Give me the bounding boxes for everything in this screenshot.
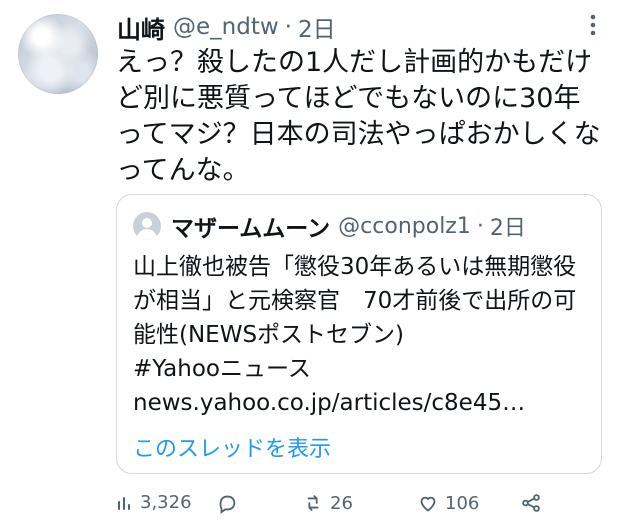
show-thread-link[interactable]: このスレッドを表示 [133,431,331,463]
display-name[interactable]: 山崎 [117,10,165,45]
quoted-tweet-card[interactable]: マザームムーン @cconpolz1 · 2日 山上徹也被告「懲役30年あるいは… [116,194,602,474]
quoted-user-handle[interactable]: @cconpolz1 [338,214,471,239]
share-button[interactable] [520,492,542,514]
quoted-avatar[interactable] [133,212,161,240]
header-separator: · [284,14,292,40]
quoted-tweet-text: 山上徹也被告「懲役30年あるいは無期懲役が相当」と元検察官 70才前後で出所の可… [133,254,577,416]
like-icon [417,492,439,514]
quoted-tweet-header: マザームムーン @cconpolz1 · 2日 [133,209,526,243]
retweet-button[interactable]: 26 [302,492,353,514]
like-button[interactable]: 106 [417,492,479,514]
views-button[interactable]: 3,326 [116,492,192,513]
tweet-text: えっ？殺したの1人だし計画的かもだけど別に悪質ってほどでもないのに30年ってマジ… [116,47,601,186]
more-button[interactable] [579,10,607,44]
retweet-icon [302,492,324,514]
quoted-separator: · [476,213,484,239]
views-icon [116,494,134,512]
reply-button[interactable] [216,492,238,514]
like-count: 106 [445,492,480,514]
share-icon [520,492,542,514]
tweet-card: 山崎 @e_ndtw · 2日 えっ？殺したの1人だし計画的かもだけど別に悪質っ… [0,0,620,527]
views-count: 3,326 [140,492,192,513]
retweet-count: 26 [330,492,353,514]
more-icon [583,11,603,43]
avatar[interactable] [18,14,98,94]
quoted-display-name[interactable]: マザームムーン [171,209,330,243]
user-handle[interactable]: @e_ndtw [173,14,279,40]
timestamp[interactable]: 2日 [298,10,336,44]
reply-icon [216,492,238,514]
tweet-actions: 3,326 26 106 [116,492,606,520]
quoted-timestamp[interactable]: 2日 [490,210,526,242]
tweet-header: 山崎 @e_ndtw · 2日 [117,8,336,46]
